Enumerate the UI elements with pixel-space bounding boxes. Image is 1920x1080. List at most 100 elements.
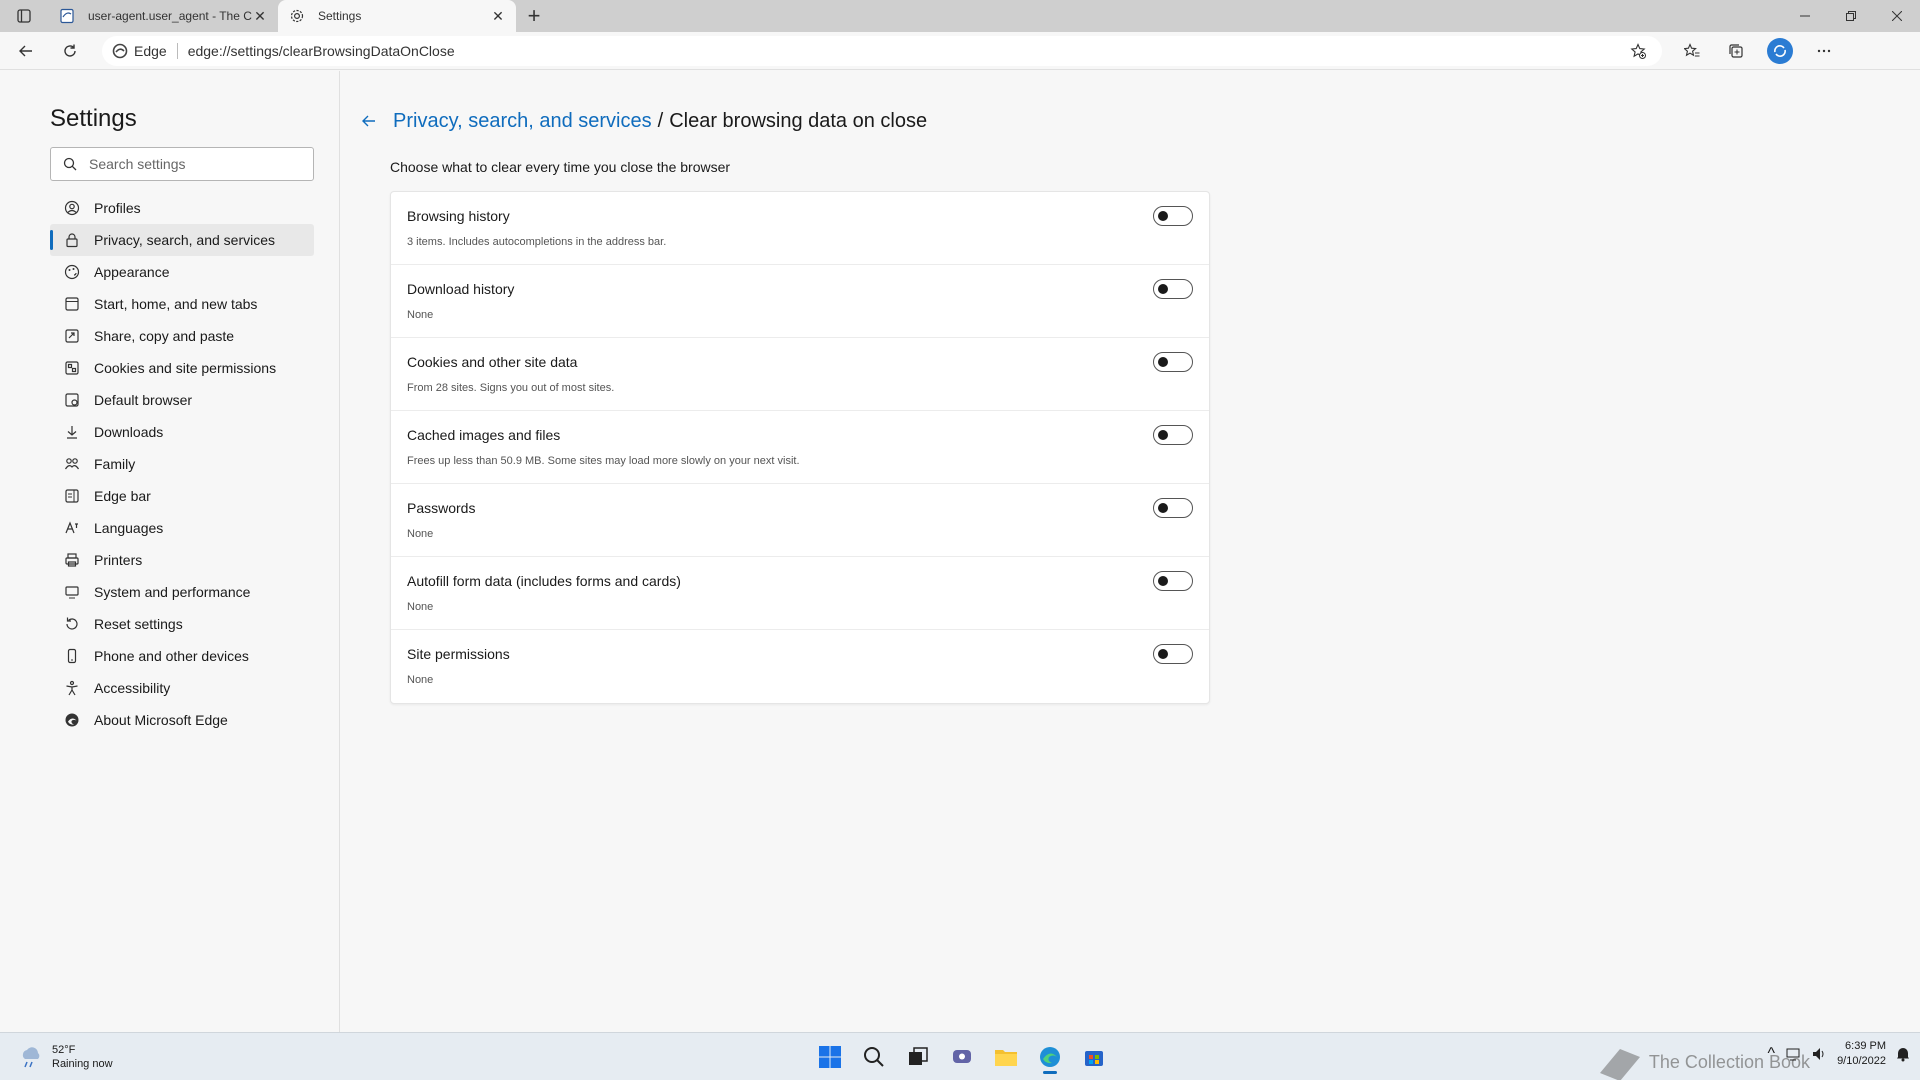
sidebar-item-start-home-and-new-tabs[interactable]: Start, home, and new tabs bbox=[50, 288, 314, 320]
refresh-button[interactable] bbox=[52, 35, 88, 67]
taskbar-search-button[interactable] bbox=[856, 1039, 892, 1075]
sidebar-item-family[interactable]: Family bbox=[50, 448, 314, 480]
sidebar-item-phone-and-other-devices[interactable]: Phone and other devices bbox=[50, 640, 314, 672]
option-title: Browsing history bbox=[407, 208, 510, 224]
network-icon[interactable] bbox=[1785, 1046, 1801, 1062]
favorites-icon bbox=[1684, 42, 1700, 56]
breadcrumb: Privacy, search, and services / Clear br… bbox=[357, 109, 927, 133]
arrow-left-icon bbox=[362, 115, 375, 127]
add-favorite-button[interactable] bbox=[1624, 42, 1652, 59]
toggle-knob bbox=[1158, 211, 1168, 221]
cached-images-and-files-toggle[interactable] bbox=[1153, 425, 1193, 445]
minimize-icon bbox=[1800, 15, 1810, 17]
gear-icon bbox=[288, 7, 306, 25]
restore-button[interactable] bbox=[1828, 0, 1874, 32]
breadcrumb-parent-link[interactable]: Privacy, search, and services bbox=[393, 110, 652, 133]
chevron-up-icon[interactable]: ^ bbox=[1768, 1045, 1776, 1063]
search-input[interactable] bbox=[89, 156, 289, 172]
tab-user-agent[interactable]: user-agent.user_agent - The Coll ✕ bbox=[48, 0, 278, 32]
sidebar-item-appearance[interactable]: Appearance bbox=[50, 256, 314, 288]
task-view-button[interactable] bbox=[900, 1039, 936, 1075]
sidebar-item-label: Profiles bbox=[94, 200, 141, 216]
back-to-parent-button[interactable] bbox=[357, 109, 381, 133]
ellipsis-icon bbox=[1817, 49, 1831, 52]
option-title: Site permissions bbox=[407, 646, 510, 662]
book-logo-icon bbox=[1600, 1049, 1641, 1080]
search-box[interactable] bbox=[50, 147, 314, 181]
autofill-form-data-includes-forms-and-cards-toggle[interactable] bbox=[1153, 571, 1193, 591]
close-icon[interactable]: ✕ bbox=[252, 8, 268, 24]
sidebar-item-languages[interactable]: Languages bbox=[50, 512, 314, 544]
sidebar-item-privacy-search-and-services[interactable]: Privacy, search, and services bbox=[50, 224, 314, 256]
favorites-button[interactable] bbox=[1674, 35, 1710, 67]
sidebar-item-system-and-performance[interactable]: System and performance bbox=[50, 576, 314, 608]
volume-icon[interactable] bbox=[1811, 1046, 1827, 1062]
sidebar-item-accessibility[interactable]: Accessibility bbox=[50, 672, 314, 704]
collections-button[interactable] bbox=[1718, 35, 1754, 67]
arrow-left-icon bbox=[19, 45, 32, 56]
page-icon bbox=[58, 7, 76, 25]
weather-widget[interactable]: 52°F Raining now bbox=[18, 1043, 113, 1071]
collections-icon bbox=[1729, 43, 1743, 58]
edge-taskbar-button[interactable] bbox=[1032, 1039, 1068, 1075]
clock[interactable]: 6:39 PM 9/10/2022 bbox=[1837, 1039, 1886, 1069]
option-description: From 28 sites. Signs you out of most sit… bbox=[407, 382, 615, 394]
share-icon bbox=[64, 328, 80, 344]
store-icon bbox=[1085, 1051, 1103, 1066]
profile-sync-icon bbox=[1774, 44, 1786, 57]
tab-settings[interactable]: Settings ✕ bbox=[278, 0, 516, 32]
sidebar-item-label: Share, copy and paste bbox=[94, 328, 235, 344]
toggle-knob bbox=[1158, 284, 1168, 294]
start-button[interactable] bbox=[812, 1039, 848, 1075]
tab-actions-button[interactable] bbox=[0, 0, 48, 32]
back-button[interactable] bbox=[8, 35, 44, 67]
option-row-autofill-form-data-includes-forms-and-cards: Autofill form data (includes forms and c… bbox=[391, 557, 1209, 630]
notification-icon[interactable] bbox=[1896, 1046, 1910, 1062]
option-title: Cached images and files bbox=[407, 427, 561, 443]
sidebar-item-reset-settings[interactable]: Reset settings bbox=[50, 608, 314, 640]
printer-icon bbox=[64, 552, 80, 568]
sidebar-item-label: Reset settings bbox=[94, 616, 183, 632]
avatar bbox=[1767, 37, 1793, 64]
star-add-icon bbox=[1630, 42, 1646, 59]
profile-button[interactable] bbox=[1762, 35, 1798, 67]
site-permissions-toggle[interactable] bbox=[1153, 644, 1193, 664]
option-title: Passwords bbox=[407, 500, 476, 516]
option-row-browsing-history: Browsing history 3 items. Includes autoco… bbox=[391, 192, 1209, 265]
family-icon bbox=[64, 456, 80, 472]
sidebar-item-default-browser[interactable]: Default browser bbox=[50, 384, 314, 416]
edge-logo-icon bbox=[112, 43, 128, 58]
refresh-icon bbox=[64, 44, 76, 57]
download-history-toggle[interactable] bbox=[1153, 279, 1193, 299]
store-button[interactable] bbox=[1076, 1039, 1112, 1075]
sidebar-item-printers[interactable]: Printers bbox=[50, 544, 314, 576]
settings-main: Privacy, search, and services / Clear br… bbox=[341, 71, 1920, 1032]
passwords-toggle[interactable] bbox=[1153, 498, 1193, 518]
sidebar-item-profiles[interactable]: Profiles bbox=[50, 192, 314, 224]
system-icon bbox=[64, 584, 80, 600]
url-text[interactable]: edge://settings/clearBrowsingDataOnClose bbox=[188, 43, 1624, 59]
sidebar-item-share-copy-and-paste[interactable]: Share, copy and paste bbox=[50, 320, 314, 352]
toggle-knob bbox=[1158, 649, 1168, 659]
sidebar-item-downloads[interactable]: Downloads bbox=[50, 416, 314, 448]
sidebar-item-cookies-and-site-permissions[interactable]: Cookies and site permissions bbox=[50, 352, 314, 384]
toggle-knob bbox=[1158, 576, 1168, 586]
sidebar-item-edge-bar[interactable]: Edge bar bbox=[50, 480, 314, 512]
browsing-history-toggle[interactable] bbox=[1153, 206, 1193, 226]
close-icon[interactable]: ✕ bbox=[490, 8, 506, 24]
taskbar: 52°F Raining now The Collection Book ^ 6… bbox=[0, 1032, 1920, 1080]
new-tab-button[interactable]: + bbox=[516, 0, 552, 32]
system-tray: ^ 6:39 PM 9/10/2022 bbox=[1768, 1039, 1910, 1069]
close-window-button[interactable] bbox=[1874, 0, 1920, 32]
minimize-button[interactable] bbox=[1782, 0, 1828, 32]
address-bar[interactable]: Edge edge://settings/clearBrowsingDataOn… bbox=[102, 35, 1662, 66]
file-explorer-button[interactable] bbox=[988, 1039, 1024, 1075]
cookies-and-other-site-data-toggle[interactable] bbox=[1153, 352, 1193, 372]
edge-logo-icon bbox=[64, 712, 80, 728]
sidebar-item-about-microsoft-edge[interactable]: About Microsoft Edge bbox=[50, 704, 314, 736]
chat-app-button[interactable] bbox=[944, 1039, 980, 1075]
breadcrumb-separator: / bbox=[657, 109, 664, 132]
more-options-button[interactable] bbox=[1806, 35, 1842, 67]
option-description: None bbox=[407, 528, 434, 540]
accessibility-icon bbox=[64, 680, 80, 696]
